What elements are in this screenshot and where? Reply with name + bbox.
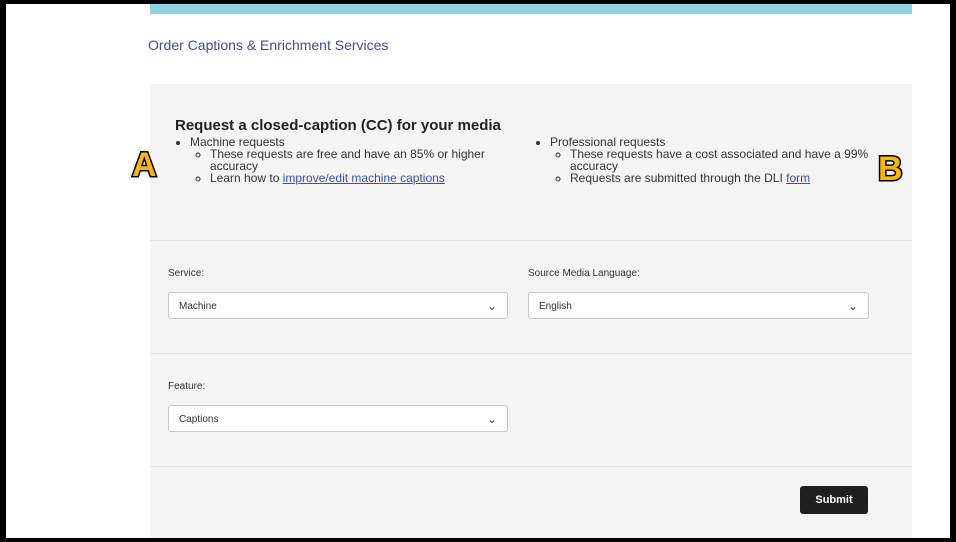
machine-edit-prefix: Learn how to <box>210 171 283 185</box>
machine-requests-item: Machine requests These requests are free… <box>190 136 532 184</box>
professional-requests-item: Professional requests These requests hav… <box>550 136 872 184</box>
language-label: Source Media Language: <box>528 268 640 279</box>
service-select-value: Machine <box>179 301 217 312</box>
improve-captions-link[interactable]: improve/edit machine captions <box>283 171 445 185</box>
chevron-down-icon: ⌄ <box>486 299 497 313</box>
intro-section: Request a closed-caption (CC) for your m… <box>150 84 912 241</box>
page-frame: Order Captions & Enrichment Services Req… <box>6 4 950 538</box>
language-select[interactable]: English ⌄ <box>528 292 869 319</box>
section-heading: Request a closed-caption (CC) for your m… <box>175 117 501 134</box>
chevron-down-icon: ⌄ <box>847 299 858 313</box>
dli-form-link[interactable]: form <box>786 171 810 185</box>
top-accent-bar <box>150 4 912 14</box>
professional-requests-column: Professional requests These requests hav… <box>532 136 872 184</box>
feature-select-value: Captions <box>179 414 219 425</box>
caption-request-panel: Request a closed-caption (CC) for your m… <box>150 84 912 538</box>
language-select-value: English <box>539 301 572 312</box>
order-services-link[interactable]: Order Captions & Enrichment Services <box>148 37 388 53</box>
service-language-row: Service: Machine ⌄ Source Media Language… <box>150 241 912 354</box>
chevron-down-icon: ⌄ <box>486 412 497 426</box>
machine-accuracy-note: These requests are free and have an 85% … <box>210 148 532 172</box>
annotation-marker-a: A <box>131 145 159 186</box>
feature-row: Feature: Captions ⌄ <box>150 354 912 467</box>
machine-edit-note: Learn how to improve/edit machine captio… <box>210 172 532 184</box>
machine-requests-column: Machine requests These requests are free… <box>172 136 532 184</box>
professional-submit-prefix: Requests are submitted through the DLI <box>570 171 787 185</box>
feature-label: Feature: <box>168 381 206 392</box>
professional-accuracy-note: These requests have a cost associated an… <box>570 148 872 172</box>
professional-submit-note: Requests are submitted through the DLI f… <box>570 172 872 184</box>
service-label: Service: <box>168 268 205 279</box>
annotation-marker-b: B <box>877 149 905 190</box>
submit-button[interactable]: Submit <box>800 486 868 514</box>
feature-select[interactable]: Captions ⌄ <box>168 405 508 432</box>
service-select[interactable]: Machine ⌄ <box>168 292 508 319</box>
